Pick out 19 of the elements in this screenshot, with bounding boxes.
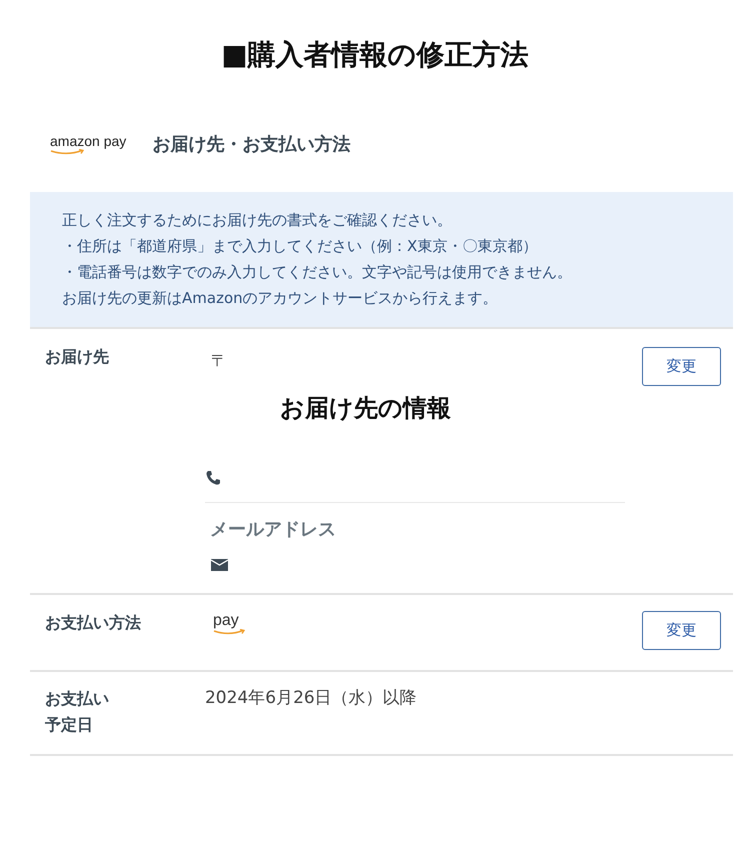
notice-text: 正しく注文するためにお届け先の書式をご確認ください。 (62, 210, 453, 231)
change-button[interactable]: 変更 (642, 347, 721, 386)
notice-text: ・住所は「都道府県」まで入力してください（例：X東京・〇東京都） (62, 236, 538, 257)
pay-logo: pay (213, 613, 642, 636)
field-label: お支払い予定日 (45, 688, 110, 736)
payment-date: 2024年6月26日（水）以降 (204, 687, 418, 709)
info-heading: お届け先の情報 (280, 393, 452, 424)
amazon-pay-logo: amazon pay (50, 132, 126, 156)
section-heading: お届け先・お支払い方法 (152, 133, 350, 156)
mail-icon (211, 559, 228, 571)
postal-mark: 〒 (211, 351, 228, 372)
phone-icon (205, 470, 221, 486)
notice-text: ・電話番号は数字でのみ入力してください。文字や記号は使用できません。 (62, 262, 573, 283)
email-label: メールアドレス (210, 518, 337, 541)
change-button[interactable]: 変更 (642, 611, 721, 650)
notice-text: お届け先の更新はAmazonのアカウントサービスから行えます。 (62, 288, 499, 309)
field-label: お届け先 (45, 347, 110, 368)
page-title: ■購入者情報の修正方法 (220, 37, 530, 73)
field-label: お支払い方法 (45, 613, 142, 634)
